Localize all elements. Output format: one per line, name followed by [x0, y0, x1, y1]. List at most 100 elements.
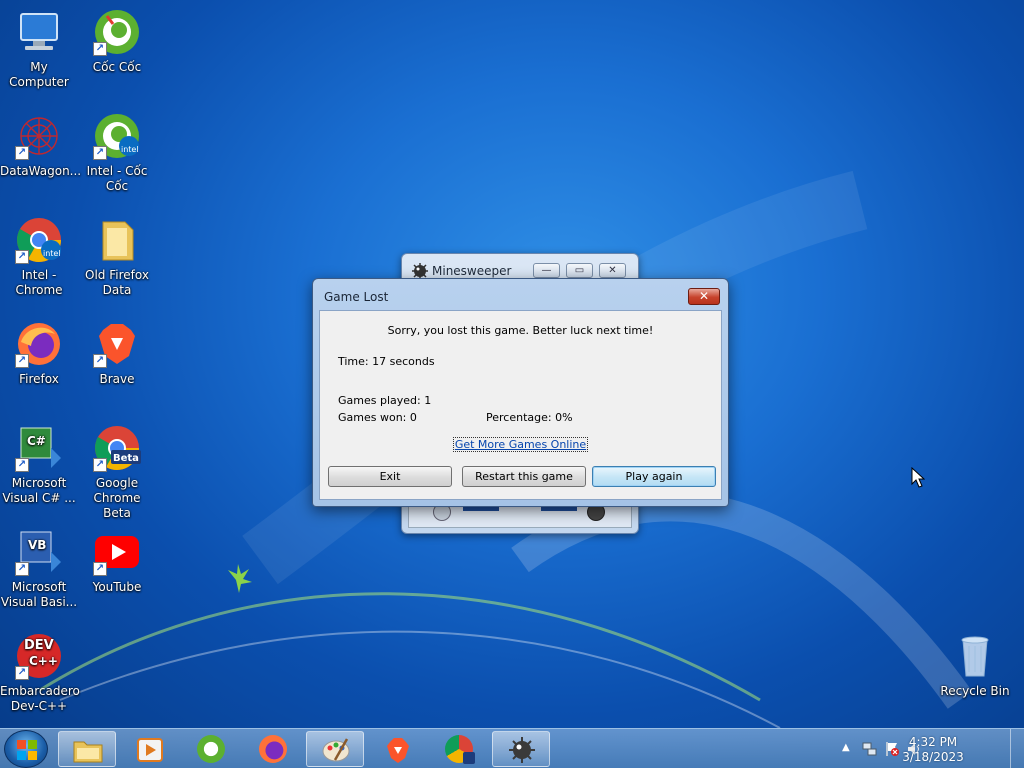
folder-icon [93, 216, 141, 264]
beta-badge-taskbar [463, 752, 475, 764]
taskbar-chrome-beta[interactable] [430, 731, 488, 767]
desktop-icon-label: Embarcadero Dev-C++ [0, 684, 80, 713]
games-won-stat: Games won: 0 [338, 411, 417, 424]
recycle-bin-icon [951, 632, 999, 680]
show-desktop-button[interactable] [1010, 729, 1024, 768]
visual-csharp-icon: C# ↗ [15, 424, 63, 472]
shortcut-arrow-icon: ↗ [93, 146, 107, 160]
beta-badge: Beta [113, 453, 139, 464]
taskbar-media-player[interactable] [120, 731, 178, 767]
desktop-icon-label: My Computer [9, 60, 69, 89]
minesweeper-icon [412, 263, 428, 279]
computer-icon [15, 8, 63, 56]
coccoc-icon: ↗ [93, 8, 141, 56]
desktop-icon-chrome-beta[interactable]: Beta ↗ Google Chrome Beta [78, 424, 156, 521]
exit-button[interactable]: Exit [328, 466, 452, 487]
shortcut-arrow-icon: ↗ [15, 250, 29, 264]
clock[interactable]: 4:32 PM 3/18/2023 [898, 735, 968, 765]
desktop-icon-intel-chrome[interactable]: intel ↗ Intel - Chrome [0, 216, 78, 298]
taskbar-paint[interactable] [306, 731, 364, 767]
media-player-icon [137, 738, 163, 762]
dialog-close-button[interactable]: ✕ [688, 288, 720, 305]
minesweeper-icon [509, 737, 535, 763]
datawagon-icon: ↗ [15, 112, 63, 160]
mouse-cursor-icon [911, 467, 925, 488]
desktop-icon-intel-coccoc[interactable]: intel ↗ Intel - Cốc Cốc [78, 112, 156, 194]
csharp-badge: C# [27, 434, 46, 448]
get-more-games-link[interactable]: Get More Games Online [320, 437, 721, 452]
desktop-icon-recycle-bin[interactable]: Recycle Bin [936, 632, 1014, 699]
taskbar: ▲ 4:32 PM 3/18/2023 [0, 728, 1024, 768]
taskbar-explorer[interactable] [58, 731, 116, 767]
show-hidden-icons-chevron-icon[interactable]: ▲ [842, 742, 850, 753]
dialog-message: Sorry, you lost this game. Better luck n… [387, 324, 654, 337]
shortcut-arrow-icon: ↗ [93, 354, 107, 368]
vb-badge: VB [28, 538, 47, 552]
desktop-icon-label: Firefox [19, 372, 59, 386]
desktop-icon-label: YouTube [92, 580, 142, 594]
game-lost-dialog[interactable]: Game Lost ✕ Sorry, you lost this game. B… [312, 278, 729, 507]
desktop-icon-datawagon[interactable]: ↗ DataWagon... [0, 112, 82, 179]
desktop-icon-label: Cốc Cốc [92, 60, 142, 74]
clock-date: 3/18/2023 [902, 750, 964, 764]
games-played-stat: Games played: 1 [338, 394, 432, 407]
windows-logo-icon [17, 740, 37, 760]
time-stat: Time: 17 seconds [338, 355, 435, 368]
shortcut-arrow-icon: ↗ [93, 562, 107, 576]
desktop-icon-coccoc[interactable]: ↗ Cốc Cốc [78, 8, 156, 75]
shortcut-arrow-icon: ↗ [15, 146, 29, 160]
get-more-games-link-text[interactable]: Get More Games Online [452, 437, 589, 452]
shortcut-arrow-icon: ↗ [15, 562, 29, 576]
firefox-icon: ↗ [15, 320, 63, 368]
brave-icon: ↗ [93, 320, 141, 368]
devcpp-icon: DEV C++ ↗ [15, 632, 63, 680]
chrome-icon: intel ↗ [15, 216, 63, 264]
desktop-icon-devcpp[interactable]: DEV C++ ↗ Embarcadero Dev-C++ [0, 632, 80, 714]
shortcut-arrow-icon: ↗ [15, 666, 29, 680]
desktop-icon-label: Microsoft Visual C# ... [2, 476, 76, 505]
desktop-icon-visual-basic[interactable]: VB ↗ Microsoft Visual Basi... [0, 528, 78, 610]
taskbar-minesweeper[interactable] [492, 731, 550, 767]
paint-icon [322, 738, 350, 762]
shortcut-arrow-icon: ↗ [93, 42, 107, 56]
maximize-button[interactable]: ▭ [566, 263, 593, 278]
coccoc-icon [197, 735, 225, 763]
restart-button[interactable]: Restart this game [462, 466, 586, 487]
desktop-icon-label: Old Firefox Data [85, 268, 149, 297]
desktop-icon-visual-csharp[interactable]: C# ↗ Microsoft Visual C# ... [0, 424, 78, 506]
dev-badge: DEV [24, 638, 54, 653]
desktop-icon-label: Brave [99, 372, 135, 386]
system-tray: ▲ 4:32 PM 3/18/2023 [834, 729, 1024, 768]
network-icon[interactable] [862, 741, 878, 757]
shortcut-arrow-icon: ↗ [15, 354, 29, 368]
desktop-icon-old-firefox-data[interactable]: Old Firefox Data [78, 216, 156, 298]
desktop-icon-brave[interactable]: ↗ Brave [78, 320, 156, 387]
shortcut-arrow-icon: ↗ [15, 458, 29, 472]
shortcut-arrow-icon: ↗ [93, 458, 107, 472]
taskbar-firefox[interactable] [244, 731, 302, 767]
taskbar-intel-coccoc[interactable] [182, 731, 240, 767]
desktop-icon-firefox[interactable]: ↗ Firefox [0, 320, 78, 387]
desktop-icon-label: DataWagon... [0, 164, 82, 178]
play-again-button[interactable]: Play again [592, 466, 716, 487]
desktop-icon-youtube[interactable]: ↗ YouTube [78, 528, 156, 595]
desktop-icon-label: Intel - Cốc Cốc [86, 164, 148, 193]
intel-badge: intel [121, 145, 139, 154]
coccoc-icon: intel ↗ [93, 112, 141, 160]
chrome-beta-icon: Beta ↗ [93, 424, 141, 472]
desktop-icon-my-computer[interactable]: My Computer [0, 8, 78, 90]
taskbar-brave[interactable] [368, 731, 426, 767]
dialog-title: Game Lost [324, 290, 389, 304]
desktop-icon-label: Microsoft Visual Basi... [0, 580, 78, 609]
firefox-icon [259, 735, 287, 763]
intel-badge: intel [43, 249, 61, 258]
brave-icon [387, 738, 409, 763]
cpp-badge: C++ [29, 654, 58, 668]
close-button[interactable]: ✕ [599, 263, 626, 278]
minimize-button[interactable]: — [533, 263, 560, 278]
visual-basic-icon: VB ↗ [15, 528, 63, 576]
start-button[interactable] [4, 730, 48, 768]
folder-icon [73, 741, 103, 763]
percentage-stat: Percentage: 0% [486, 411, 573, 424]
dialog-body: Sorry, you lost this game. Better luck n… [319, 310, 722, 500]
